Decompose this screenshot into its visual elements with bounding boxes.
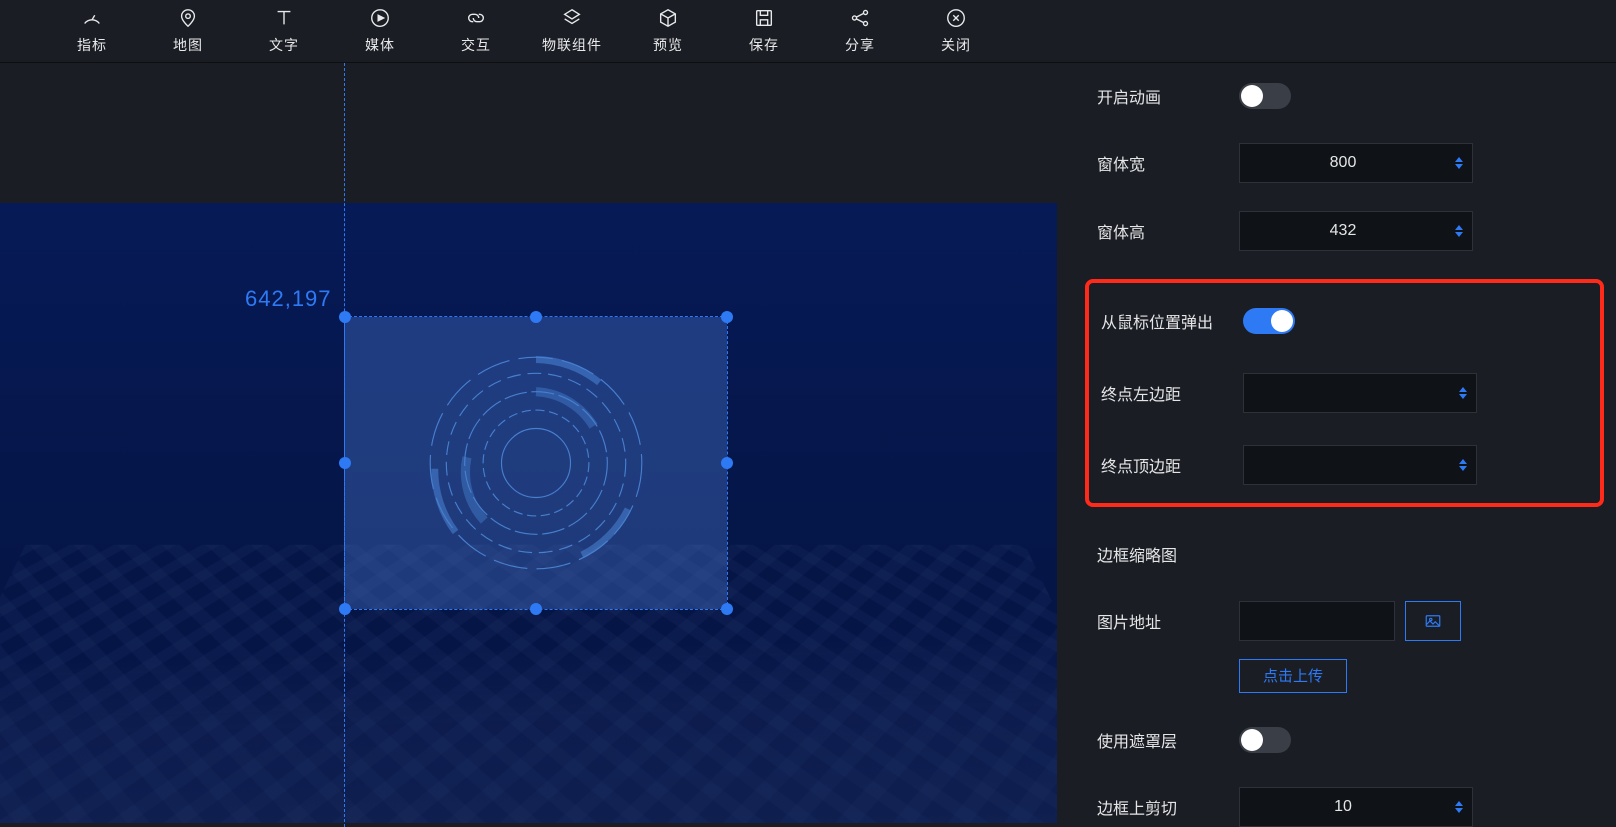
tool-share[interactable]: 分享 bbox=[812, 7, 908, 55]
value-border-top-clip: 10 bbox=[1240, 798, 1446, 816]
canvas-area[interactable]: 642,197 bbox=[0, 63, 1057, 827]
label-window-height: 窗体高 bbox=[1097, 219, 1239, 243]
input-end-left[interactable] bbox=[1243, 373, 1477, 413]
tool-label: 预览 bbox=[653, 35, 683, 55]
tool-label: 文字 bbox=[269, 35, 299, 55]
toggle-popup-at-mouse[interactable] bbox=[1243, 308, 1295, 334]
tool-preview[interactable]: 预览 bbox=[620, 7, 716, 55]
ruler-top bbox=[0, 63, 1057, 149]
row-end-left: 终点左边距 bbox=[1089, 371, 1592, 415]
tool-label: 指标 bbox=[77, 35, 107, 55]
tool-label: 分享 bbox=[845, 35, 875, 55]
image-picker-button[interactable] bbox=[1405, 601, 1461, 641]
resize-handle-ml[interactable] bbox=[339, 457, 351, 469]
input-end-top[interactable] bbox=[1243, 445, 1477, 485]
resize-handle-bl[interactable] bbox=[339, 603, 351, 615]
stepper-down-icon[interactable] bbox=[1459, 394, 1467, 399]
stepper-up-icon[interactable] bbox=[1455, 801, 1463, 806]
close-circle-icon bbox=[944, 7, 968, 29]
label-border-top-clip: 边框上剪切 bbox=[1097, 795, 1239, 819]
stepper-down-icon[interactable] bbox=[1455, 232, 1463, 237]
row-use-mask: 使用遮罩层 bbox=[1097, 721, 1576, 759]
tool-media[interactable]: 媒体 bbox=[332, 7, 428, 55]
toggle-use-mask[interactable] bbox=[1239, 727, 1291, 753]
tool-interact[interactable]: 交互 bbox=[428, 7, 524, 55]
resize-handle-bc[interactable] bbox=[530, 603, 542, 615]
row-popup-at-mouse: 从鼠标位置弹出 bbox=[1089, 299, 1592, 343]
upload-button[interactable]: 点击上传 bbox=[1239, 659, 1347, 694]
label-end-left: 终点左边距 bbox=[1101, 381, 1243, 405]
tool-text[interactable]: 文字 bbox=[236, 7, 332, 55]
tool-close[interactable]: 关闭 bbox=[908, 7, 1004, 55]
label-window-width: 窗体宽 bbox=[1097, 151, 1239, 175]
row-window-height: 窗体高 432 bbox=[1097, 211, 1576, 251]
label-popup-at-mouse: 从鼠标位置弹出 bbox=[1101, 309, 1243, 333]
stepper-up-icon[interactable] bbox=[1459, 459, 1467, 464]
tool-label: 地图 bbox=[173, 35, 203, 55]
resize-handle-tc[interactable] bbox=[530, 311, 542, 323]
top-toolbar: 指标 地图 文字 媒体 交互 物联组件 预览 bbox=[0, 0, 1616, 63]
stepper-down-icon[interactable] bbox=[1455, 164, 1463, 169]
ruler-bottom bbox=[0, 793, 1057, 827]
label-end-top: 终点顶边距 bbox=[1101, 453, 1243, 477]
tool-label: 交互 bbox=[461, 35, 491, 55]
gauge-icon bbox=[80, 7, 104, 29]
resize-handle-mr[interactable] bbox=[721, 457, 733, 469]
link-icon bbox=[464, 7, 488, 29]
row-border-top-clip: 边框上剪切 10 bbox=[1097, 787, 1576, 827]
tool-label: 关闭 bbox=[941, 35, 971, 55]
stepper-up-icon[interactable] bbox=[1455, 225, 1463, 230]
tech-circle-graphic bbox=[421, 348, 651, 578]
cloud-node-icon bbox=[560, 7, 584, 29]
row-image-url: 图片地址 bbox=[1097, 601, 1576, 641]
input-window-width[interactable]: 800 bbox=[1239, 143, 1473, 183]
tool-label: 物联组件 bbox=[542, 35, 602, 55]
property-panel: 开启动画 窗体宽 800 窗体高 432 bbox=[1057, 63, 1616, 827]
tool-iot[interactable]: 物联组件 bbox=[524, 7, 620, 55]
tool-label: 保存 bbox=[749, 35, 779, 55]
cube-icon bbox=[656, 7, 680, 29]
label-enable-animation: 开启动画 bbox=[1097, 84, 1239, 108]
map-pin-icon bbox=[176, 7, 200, 29]
upload-button-label: 点击上传 bbox=[1263, 665, 1323, 686]
selection-box[interactable] bbox=[344, 316, 728, 610]
row-border-thumb: 边框缩略图 bbox=[1097, 535, 1576, 573]
tool-label: 媒体 bbox=[365, 35, 395, 55]
coord-label: 642,197 bbox=[245, 286, 332, 312]
stepper-down-icon[interactable] bbox=[1455, 808, 1463, 813]
stepper-up-icon[interactable] bbox=[1459, 387, 1467, 392]
row-window-width: 窗体宽 800 bbox=[1097, 143, 1576, 183]
tool-map[interactable]: 地图 bbox=[140, 7, 236, 55]
share-icon bbox=[848, 7, 872, 29]
save-icon bbox=[752, 7, 776, 29]
text-icon bbox=[272, 7, 296, 29]
label-image-url: 图片地址 bbox=[1097, 609, 1239, 633]
input-border-top-clip[interactable]: 10 bbox=[1239, 787, 1473, 827]
image-icon bbox=[1423, 612, 1443, 630]
stepper-down-icon[interactable] bbox=[1459, 466, 1467, 471]
tool-indicator[interactable]: 指标 bbox=[44, 7, 140, 55]
label-border-thumb: 边框缩略图 bbox=[1097, 542, 1239, 566]
row-end-top: 终点顶边距 bbox=[1089, 443, 1592, 487]
toggle-enable-animation[interactable] bbox=[1239, 83, 1291, 109]
value-window-height: 432 bbox=[1240, 222, 1446, 240]
value-window-width: 800 bbox=[1240, 154, 1446, 172]
row-enable-animation: 开启动画 bbox=[1097, 77, 1576, 115]
resize-handle-tl[interactable] bbox=[339, 311, 351, 323]
tool-save[interactable]: 保存 bbox=[716, 7, 812, 55]
label-use-mask: 使用遮罩层 bbox=[1097, 728, 1239, 752]
resize-handle-br[interactable] bbox=[721, 603, 733, 615]
highlighted-group: 从鼠标位置弹出 终点左边距 终点 bbox=[1085, 279, 1604, 507]
stepper-up-icon[interactable] bbox=[1455, 157, 1463, 162]
resize-handle-tr[interactable] bbox=[721, 311, 733, 323]
input-window-height[interactable]: 432 bbox=[1239, 211, 1473, 251]
play-circle-icon bbox=[368, 7, 392, 29]
input-image-url[interactable] bbox=[1239, 601, 1395, 641]
